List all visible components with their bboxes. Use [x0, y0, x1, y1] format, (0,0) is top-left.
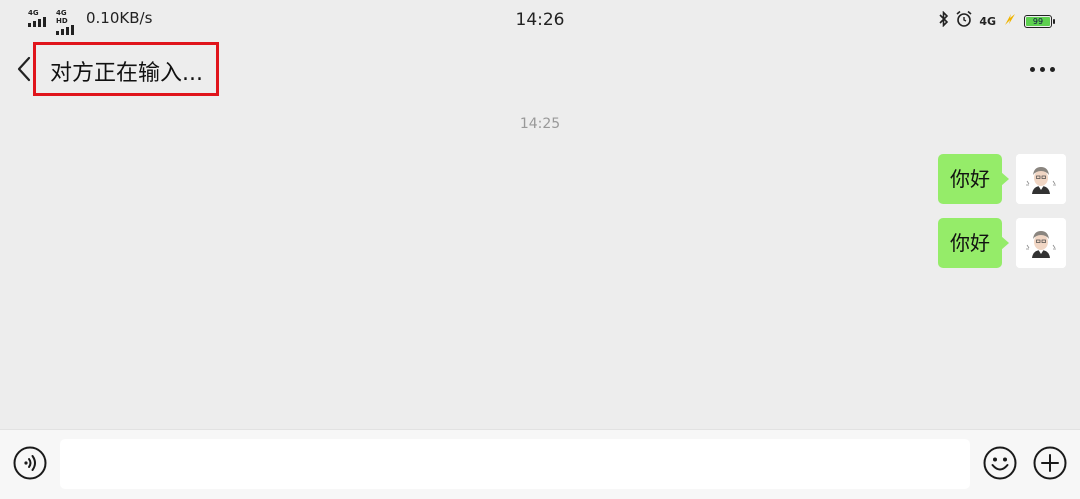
status-time: 14:26: [515, 10, 565, 30]
plus-icon: [1033, 446, 1067, 480]
message-input[interactable]: [60, 439, 970, 489]
battery-icon: 99: [1024, 14, 1055, 28]
voice-button[interactable]: [13, 446, 47, 480]
emoji-icon: [983, 446, 1017, 480]
alarm-icon: [955, 10, 973, 32]
avatar[interactable]: [1016, 218, 1066, 268]
bluetooth-icon: [939, 10, 949, 31]
voice-icon: [13, 446, 47, 480]
charging-bolt-icon: [1002, 12, 1018, 30]
status-bar-right: 4G 99: [939, 10, 1055, 32]
message-bubble[interactable]: 你好: [938, 218, 1009, 268]
avatar-icon: [1016, 218, 1066, 268]
message-row: 你好: [938, 218, 1066, 270]
emoji-button[interactable]: [983, 446, 1017, 480]
message-bubble[interactable]: 你好: [938, 154, 1009, 204]
more-actions-button[interactable]: [1033, 446, 1067, 480]
status-bar: 4G 4G HD 0.10KB/s 14:26 4G 99: [0, 0, 1080, 40]
avatar-icon: [1016, 154, 1066, 204]
signal-4g-icon: 4G: [979, 14, 996, 28]
avatar[interactable]: [1016, 154, 1066, 204]
chat-header: 对方正在输入...: [0, 40, 1080, 100]
page-title: 对方正在输入...: [50, 61, 203, 86]
message-timestamp: 14:25: [519, 116, 561, 132]
more-button[interactable]: [1028, 58, 1058, 78]
message-row: 你好: [938, 154, 1066, 206]
battery-level: 99: [1026, 16, 1050, 26]
input-bar: [0, 429, 1080, 499]
